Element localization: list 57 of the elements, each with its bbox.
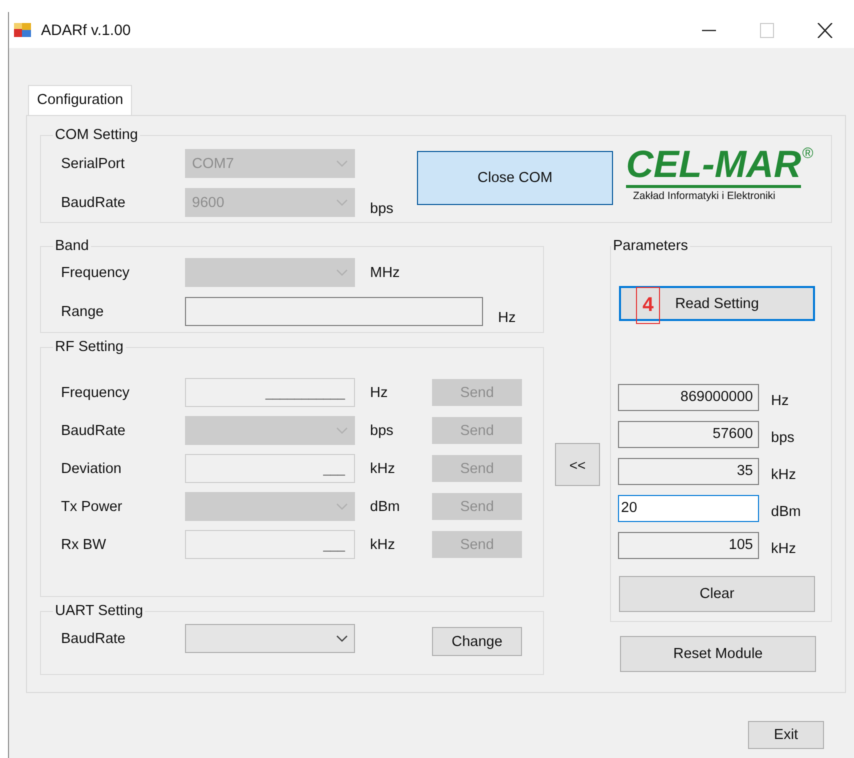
unit-label: kHz <box>770 540 797 556</box>
field-label: BaudRate <box>61 194 126 210</box>
app-icon <box>14 22 32 38</box>
field-label: Frequency <box>61 264 131 280</box>
unit-label: dBm <box>770 502 802 520</box>
change-button[interactable]: Change <box>432 627 522 656</box>
value-field[interactable]: 20 <box>618 495 759 522</box>
chevron-down-icon <box>336 268 348 276</box>
unit-label: kHz <box>369 536 396 552</box>
close-com-button[interactable]: Close COM <box>417 151 613 205</box>
chevron-down-icon <box>336 426 348 434</box>
group-title: Parameters <box>612 238 689 254</box>
window-title: ADARf v.1.00 <box>41 22 131 38</box>
unit-label: kHz <box>369 460 396 476</box>
group-title: COM Setting <box>54 127 139 143</box>
unit-label: kHz <box>770 466 797 482</box>
value-field[interactable]: 105 <box>618 532 759 559</box>
field-label: Deviation <box>61 460 122 476</box>
field-label: Frequency <box>61 384 131 400</box>
callout-number: 4 <box>636 287 660 324</box>
unit-label: bps <box>770 428 796 446</box>
unit-label: bps <box>369 422 394 438</box>
value-field[interactable]: 57600 <box>618 421 759 448</box>
group-title: UART Setting <box>54 603 144 619</box>
chevron-down-icon <box>336 502 348 510</box>
chevron-down-icon <box>336 198 348 206</box>
chevron-down-icon <box>336 634 348 642</box>
unit-label: dBm <box>369 498 401 514</box>
registered-mark: ® <box>802 145 814 162</box>
reset-module-button[interactable]: Reset Module <box>620 636 816 672</box>
group-title: RF Setting <box>54 339 124 355</box>
value-field[interactable]: 869000000 <box>618 384 759 411</box>
field-label: BaudRate <box>61 422 126 438</box>
close-icon[interactable] <box>817 22 833 38</box>
field-label: Rx BW <box>61 536 108 552</box>
value-field[interactable]: 35 <box>618 458 759 485</box>
unit-label: bps <box>369 201 394 217</box>
field-label: BaudRate <box>61 630 126 646</box>
field-label: Range <box>61 304 105 320</box>
group-title: Band <box>54 238 90 254</box>
tab[interactable]: Configuration <box>28 85 132 115</box>
logo-text: CEL-MAR <box>626 145 802 188</box>
dropdown-value: COM7 <box>192 156 235 172</box>
unit-label: Hz <box>369 384 389 400</box>
exit-button[interactable]: Exit <box>748 721 824 749</box>
dropdown-value: 9600 <box>192 194 226 210</box>
copy-button[interactable]: << <box>555 443 600 486</box>
chevron-down-icon <box>336 160 348 168</box>
unit-label: MHz <box>369 264 401 280</box>
field-label: Tx Power <box>61 498 124 514</box>
unit-label: Hz <box>770 392 790 408</box>
dropdown[interactable] <box>185 624 355 653</box>
logo-tagline: Zakład Informatyki i Elektroniki <box>633 190 776 202</box>
field-label: SerialPort <box>61 156 126 172</box>
clear-button[interactable]: Clear <box>619 576 815 612</box>
unit-label: Hz <box>497 310 517 326</box>
text-field[interactable] <box>185 297 483 326</box>
